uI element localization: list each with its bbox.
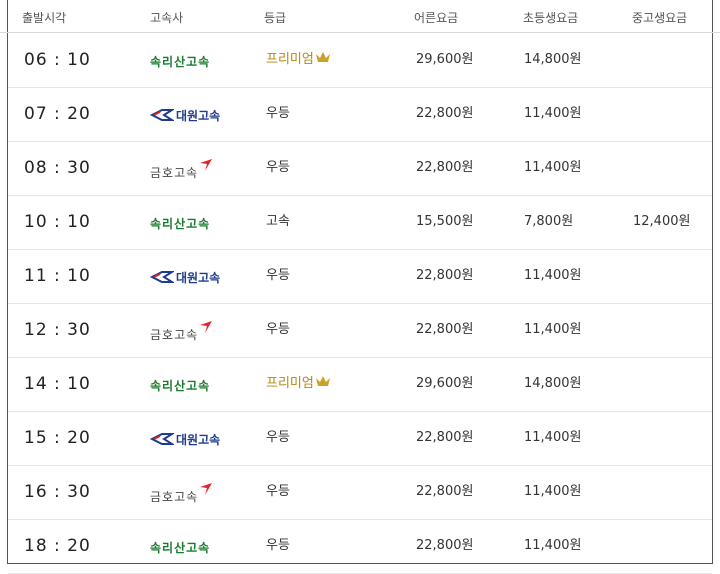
table-row[interactable]: 06 : 10 속리산고속 프리미엄 29,600원 14,800원 xyxy=(8,33,712,88)
adult-fare: 22,800원 xyxy=(416,106,474,121)
company-logo-daewon: 대원고속 xyxy=(149,266,221,288)
company-name: 속리산고속 xyxy=(150,54,211,69)
bus-grade: 우등 xyxy=(266,465,290,519)
adult-fare: 29,600원 xyxy=(416,376,474,391)
adult-fare: 22,800원 xyxy=(416,484,474,499)
departure-time: 12 : 30 xyxy=(24,320,91,340)
bus-grade: 고속 xyxy=(266,195,290,249)
bus-grade-label: 우등 xyxy=(266,160,290,175)
company-name: 대원고속 xyxy=(176,270,221,285)
child-fare: 11,400원 xyxy=(524,430,582,445)
departure-time: 15 : 20 xyxy=(24,428,91,448)
kumho-wing-icon xyxy=(199,158,213,175)
table-row[interactable]: 16 : 30 금호고속 우등 22,800원 11,400원 xyxy=(8,465,712,520)
company-logo-daewon: 대원고속 xyxy=(149,104,221,126)
kumho-wing-icon xyxy=(199,482,213,499)
header-teen-fare: 중고생요금 xyxy=(632,11,688,25)
company-logo-kumho: 금호고속 xyxy=(150,482,213,507)
child-fare: 7,800원 xyxy=(524,214,574,229)
table-row[interactable]: 10 : 10 속리산고속 고속 15,500원 7,800원 12,400원 xyxy=(8,195,712,250)
kumho-wing-icon xyxy=(199,320,213,337)
company-name: 대원고속 xyxy=(176,432,221,447)
table-row[interactable]: 15 : 20 대원고속 우등 22,800원 11,400원 xyxy=(8,411,712,466)
adult-fare: 22,800원 xyxy=(416,160,474,175)
bus-grade: 프리미엄 xyxy=(266,357,331,411)
crown-icon xyxy=(315,357,331,411)
company-name: 금호고속 xyxy=(150,165,199,180)
company-name: 속리산고속 xyxy=(150,540,211,555)
kd-logo-icon xyxy=(149,271,176,283)
table-row[interactable]: 14 : 10 속리산고속 프리미엄 29,600원 14,800원 xyxy=(8,357,712,412)
child-fare: 11,400원 xyxy=(524,322,582,337)
header-time: 출발시각 xyxy=(22,11,67,25)
company-name: 금호고속 xyxy=(150,327,199,342)
bus-grade-label: 프리미엄 xyxy=(266,376,314,391)
child-fare: 14,800원 xyxy=(524,52,582,67)
departure-time: 08 : 30 xyxy=(24,158,91,178)
bus-grade-label: 프리미엄 xyxy=(266,52,314,67)
table-row[interactable]: 12 : 30 금호고속 우등 22,800원 11,400원 xyxy=(8,303,712,358)
child-fare: 14,800원 xyxy=(524,376,582,391)
company-logo-songnisan: 속리산고속 xyxy=(150,212,210,234)
company-logo-songnisan: 속리산고속 xyxy=(150,374,210,396)
departure-time: 18 : 20 xyxy=(24,536,91,556)
child-fare: 11,400원 xyxy=(524,160,582,175)
company-logo-kumho: 금호고속 xyxy=(150,320,213,345)
departure-time: 10 : 10 xyxy=(24,212,91,232)
adult-fare: 22,800원 xyxy=(416,430,474,445)
adult-fare: 22,800원 xyxy=(416,538,474,553)
bus-grade-label: 우등 xyxy=(266,484,290,499)
adult-fare: 15,500원 xyxy=(416,214,474,229)
bus-grade: 프리미엄 xyxy=(266,33,331,87)
child-fare: 11,400원 xyxy=(524,268,582,283)
company-name: 대원고속 xyxy=(176,108,221,123)
bus-grade-label: 우등 xyxy=(266,106,290,121)
teen-fare: 12,400원 xyxy=(633,214,691,229)
company-logo-daewon: 대원고속 xyxy=(149,428,221,450)
departure-time: 11 : 10 xyxy=(24,266,91,286)
header-adult-fare: 어른요금 xyxy=(414,11,459,25)
bus-grade-label: 우등 xyxy=(266,268,290,283)
bus-grade-label: 우등 xyxy=(266,538,290,553)
bus-grade-label: 고속 xyxy=(266,214,290,229)
adult-fare: 29,600원 xyxy=(416,52,474,67)
header-grade: 등급 xyxy=(264,11,287,25)
departure-time: 06 : 10 xyxy=(24,50,91,70)
child-fare: 11,400원 xyxy=(524,106,582,121)
company-name: 속리산고속 xyxy=(150,216,211,231)
departure-time: 16 : 30 xyxy=(24,482,91,502)
company-logo-kumho: 금호고속 xyxy=(150,158,213,183)
table-row[interactable]: 07 : 20 대원고속 우등 22,800원 11,400원 xyxy=(8,87,712,142)
kd-logo-icon xyxy=(149,433,176,445)
bus-grade: 우등 xyxy=(266,87,290,141)
crown-icon xyxy=(315,33,331,87)
table-header: 출발시각 고속사 등급 어른요금 초등생요금 중고생요금 xyxy=(0,0,720,33)
company-name: 금호고속 xyxy=(150,489,199,504)
table-row[interactable]: 08 : 30 금호고속 우등 22,800원 11,400원 xyxy=(8,141,712,196)
child-fare: 11,400원 xyxy=(524,484,582,499)
kd-logo-icon xyxy=(149,109,176,121)
table-row[interactable]: 11 : 10 대원고속 우등 22,800원 11,400원 xyxy=(8,249,712,304)
bus-grade: 우등 xyxy=(266,249,290,303)
departure-time: 07 : 20 xyxy=(24,104,91,124)
adult-fare: 22,800원 xyxy=(416,322,474,337)
company-logo-songnisan: 속리산고속 xyxy=(150,536,210,558)
child-fare: 11,400원 xyxy=(524,538,582,553)
bus-grade: 우등 xyxy=(266,411,290,465)
header-child-fare: 초등생요금 xyxy=(523,11,579,25)
header-company: 고속사 xyxy=(150,11,184,25)
table-row[interactable]: 18 : 20 속리산고속 우등 22,800원 11,400원 xyxy=(8,519,712,574)
bus-grade: 우등 xyxy=(266,519,290,573)
company-logo-songnisan: 속리산고속 xyxy=(150,50,210,72)
bus-grade: 우등 xyxy=(266,303,290,357)
bus-grade: 우등 xyxy=(266,141,290,195)
bus-grade-label: 우등 xyxy=(266,430,290,445)
departure-time: 14 : 10 xyxy=(24,374,91,394)
company-name: 속리산고속 xyxy=(150,378,211,393)
bus-grade-label: 우등 xyxy=(266,322,290,337)
adult-fare: 22,800원 xyxy=(416,268,474,283)
